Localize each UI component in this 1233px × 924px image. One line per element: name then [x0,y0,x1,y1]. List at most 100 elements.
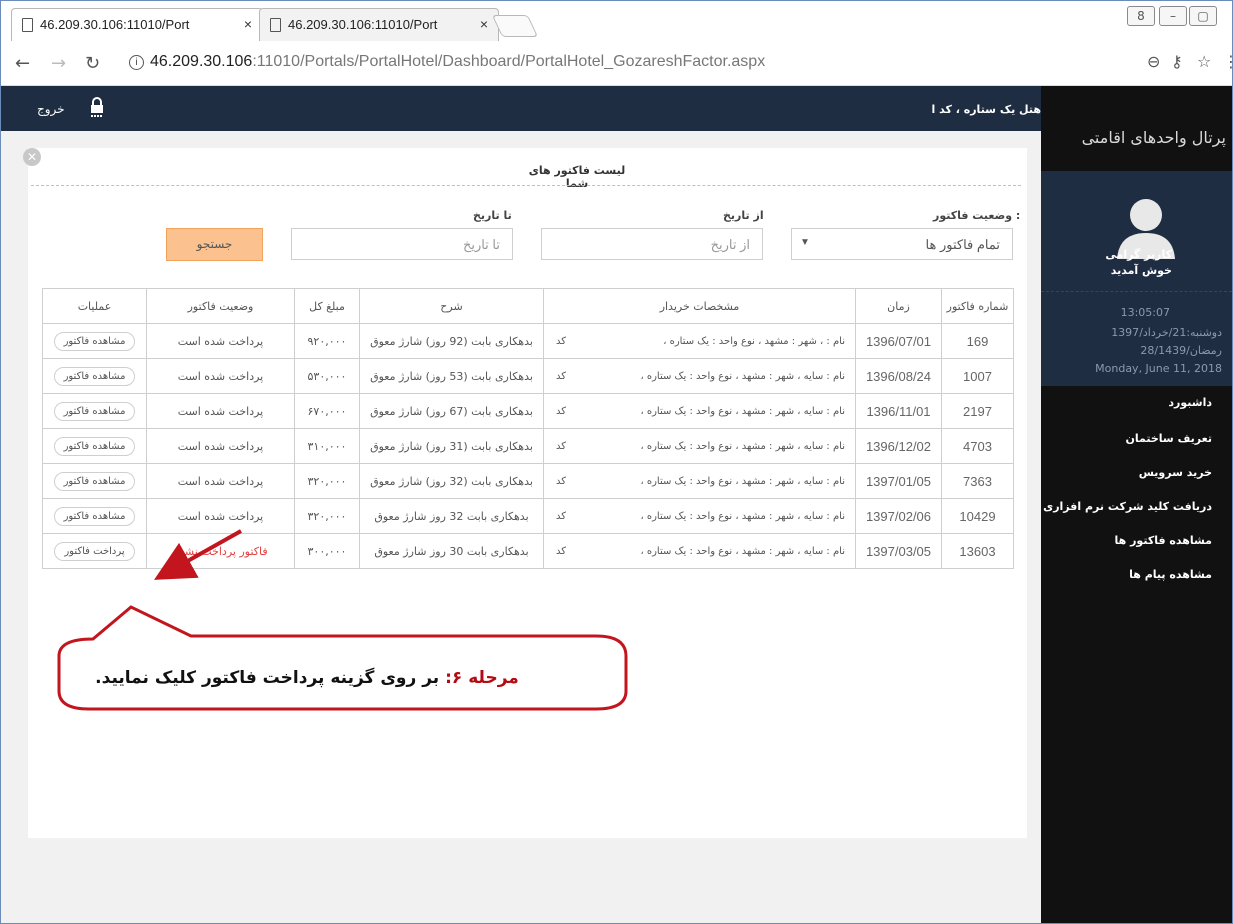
date-time-box: 13:05:07 دوشنبه:21/خرداد/1397 28/رمضان/1… [1041,291,1232,386]
pay-invoice-button[interactable]: پرداخت فاکتور [54,541,135,561]
status-cell: فاکتور پرداخت نشده [146,533,295,569]
buyer-code: کد [556,335,567,347]
description-cell: بدهکاری بابت (92 روز) شارژ معوق [359,323,544,359]
browser-tab-2[interactable]: 46.209.30.106:11010/Port × [259,8,499,41]
action-cell: مشاهده فاکتور [42,358,147,394]
buyer-code: کد [556,510,567,522]
buyer-cell: کد ، نام : سایه ، شهر : مشهد ، نوع واحد :… [543,428,856,464]
date-cell: 1396/07/01 [855,323,942,359]
invoice-number-cell: 7363 [941,463,1014,499]
column-header-date: زمان [855,288,942,324]
menu-view-invoices[interactable]: مشاهده فاکتور ها [1115,534,1212,547]
status-cell: پرداخت شده است [146,498,295,534]
url-path: :11010/Portals/PortalHotel/Dashboard/Por… [252,53,766,70]
date-cell: 1397/02/06 [855,498,942,534]
description-cell: بدهکاری بابت 30 روز شارژ معوق [359,533,544,569]
column-header-invoice-number: شماره فاکتور [941,288,1014,324]
amount-cell: ۵۳۰,۰۰۰ [294,358,360,394]
logout-link[interactable]: خروج [37,102,65,116]
menu-buy-service[interactable]: خرید سرویس [1139,466,1212,479]
buyer-cell: کد ، نام : سایه ، شهر : مشهد ، نوع واحد :… [543,463,856,499]
to-date-field[interactable]: تا تاریخ [291,228,513,260]
buyer-cell: کد ، نام : ، شهر : مشهد ، نوع واحد : یک س… [543,323,856,359]
status-cell: پرداخت شده است [146,393,295,429]
search-button[interactable]: جستجو [166,228,263,261]
url-field[interactable]: i 46.209.30.106:11010/Portals/PortalHotel… [121,48,1207,78]
clock-time: 13:05:07 [1120,306,1170,319]
date-cell: 1396/11/01 [855,393,942,429]
minimize-button[interactable]: – [1159,6,1187,26]
close-tab-icon[interactable]: × [480,16,488,32]
table-row: مشاهده فاکتور پرداخت شده است ۳۲۰,۰۰۰ بده… [42,498,1014,534]
buyer-code: کد [556,475,567,487]
forward-arrow-icon[interactable]: → [51,53,66,74]
buyer-cell: کد ، نام : سایه ، شهر : مشهد ، نوع واحد :… [543,358,856,394]
reload-icon[interactable]: ↻ [85,53,100,74]
status-cell: پرداخت شده است [146,463,295,499]
annotation-step: مرحله ۶: [445,668,519,688]
info-icon: i [129,55,144,70]
action-cell: مشاهده فاکتور [42,393,147,429]
view-invoice-button[interactable]: مشاهده فاکتور [53,436,136,456]
view-invoice-button[interactable]: مشاهده فاکتور [53,331,136,351]
hijri-date: 28/رمضان/1439 [1140,344,1222,357]
browser-tab-1[interactable]: 46.209.30.106:11010/Port × [11,8,263,41]
menu-view-messages[interactable]: مشاهده پیام ها [1129,568,1212,581]
star-icon[interactable]: ☆ [1197,52,1211,71]
table-header-row: عملیات وضعیت فاکتور مبلغ کل شرح مشخصات خ… [42,288,1014,324]
close-panel-icon[interactable]: ✕ [23,148,41,166]
annotation-text: مرحله ۶: بر روی گزینه پرداخت فاکتور کلیک… [1,668,613,688]
zoom-icon[interactable]: ⊖ [1147,52,1160,71]
amount-cell: ۹۲۰,۰۰۰ [294,323,360,359]
tab-title: 46.209.30.106:11010/Port [288,17,438,32]
gregorian-date: Monday, June 11, 2018 [1095,362,1222,375]
tab-bar: 46.209.30.106:11010/Port × 46.209.30.106… [1,1,1232,41]
invoice-table: عملیات وضعیت فاکتور مبلغ کل شرح مشخصات خ… [42,288,1014,569]
menu-dots-icon[interactable]: ⋮ [1223,52,1232,71]
view-invoice-button[interactable]: مشاهده فاکتور [53,471,136,491]
invoice-number-cell: 4703 [941,428,1014,464]
status-filter-value: تمام فاکتور ها [925,237,1000,252]
buyer-details: ، نام : سایه ، شهر : مشهد ، نوع واحد : ی… [640,510,845,522]
lock-icon[interactable] [89,97,105,119]
persian-date: دوشنبه:21/خرداد/1397 [1111,326,1222,339]
profile-button[interactable]: 8 [1127,6,1155,26]
date-cell: 1396/08/24 [855,358,942,394]
column-header-buyer: مشخصات خریدار [543,288,856,324]
invoice-number-cell: 13603 [941,533,1014,569]
view-invoice-button[interactable]: مشاهده فاکتور [53,401,136,421]
table-row: مشاهده فاکتور پرداخت شده است ۳۲۰,۰۰۰ بده… [42,463,1014,499]
amount-cell: ۳۰۰,۰۰۰ [294,533,360,569]
chevron-down-icon: ▼ [800,237,810,248]
buyer-cell: کد ، نام : سایه ، شهر : مشهد ، نوع واحد :… [543,498,856,534]
table-row: مشاهده فاکتور پرداخت شده است ۵۳۰,۰۰۰ بده… [42,358,1014,394]
menu-dashboard[interactable]: داشبورد [1168,396,1212,409]
action-cell: مشاهده فاکتور [42,463,147,499]
maximize-button[interactable]: ▢ [1189,6,1217,26]
status-filter-select[interactable]: ▼ تمام فاکتور ها [791,228,1013,260]
description-cell: بدهکاری بابت (31 روز) شارژ معوق [359,428,544,464]
menu-get-software-key[interactable]: دریافت کلید شرکت نرم افزاری [1043,500,1212,513]
menu-define-building[interactable]: تعریف ساختمان [1125,432,1212,445]
key-icon[interactable]: ⚷ [1171,52,1183,71]
buyer-details: ، نام : ، شهر : مشهد ، نوع واحد : یک ستا… [663,335,845,347]
address-bar-row: ← → ↻ i 46.209.30.106:11010/Portals/Porta… [1,41,1232,86]
close-tab-icon[interactable]: × [244,16,252,32]
from-date-field[interactable]: از تاریخ [541,228,763,260]
description-cell: بدهکاری بابت 32 روز شارژ معوق [359,498,544,534]
welcome-line-1: کاربر گرامی [1105,248,1172,261]
welcome-line-2: خوش آمدید [1110,264,1172,277]
column-header-amount: مبلغ کل [294,288,360,324]
buyer-details: ، نام : سایه ، شهر : مشهد ، نوع واحد : ی… [640,370,845,382]
view-invoice-button[interactable]: مشاهده فاکتور [53,506,136,526]
column-header-description: شرح [359,288,544,324]
date-cell: 1397/01/05 [855,463,942,499]
status-filter-label: وضعیت فاکتور : [933,209,1021,222]
page-icon [270,18,281,32]
back-arrow-icon[interactable]: ← [15,53,30,74]
annotation-instruction: بر روی گزینه پرداخت فاکتور کلیک نمایید. [95,668,440,688]
view-invoice-button[interactable]: مشاهده فاکتور [53,366,136,386]
date-cell: 1397/03/05 [855,533,942,569]
action-cell: مشاهده فاکتور [42,498,147,534]
from-date-label: از تاریخ [723,209,764,222]
